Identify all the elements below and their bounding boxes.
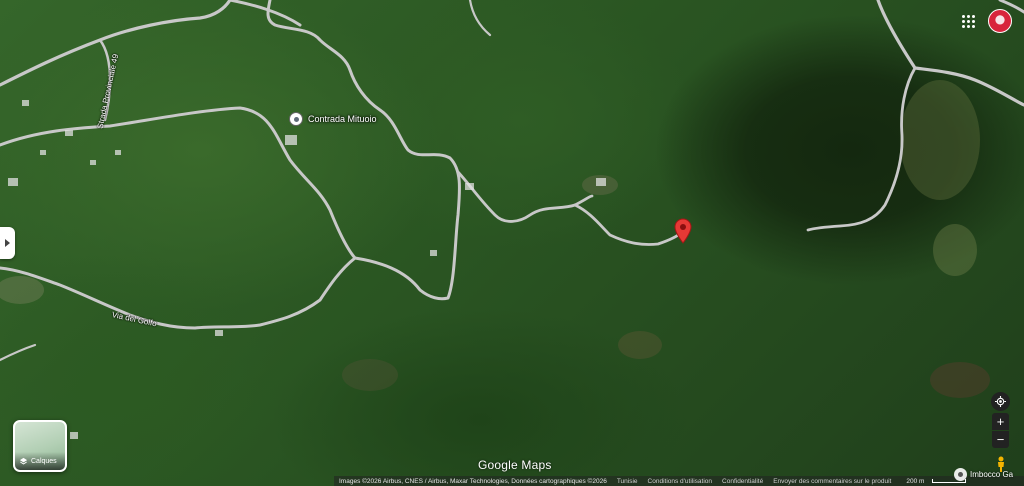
nearby-place[interactable]: Imbocco Ga [952, 466, 1017, 482]
road-network [0, 0, 1024, 439]
privacy-link[interactable]: Confidentialité [717, 478, 768, 485]
layers-icon [19, 457, 28, 464]
my-location-icon [995, 396, 1006, 407]
place-pin-icon [289, 112, 303, 126]
apps-button[interactable] [958, 11, 978, 31]
red-location-marker-icon[interactable] [674, 218, 692, 244]
expand-panel-icon [5, 239, 10, 247]
place-dot-icon [954, 467, 967, 481]
terms-link[interactable]: Conditions d'utilisation [643, 478, 717, 485]
account-avatar-icon[interactable] [988, 9, 1012, 33]
apps-grid-icon [958, 11, 978, 32]
map-footer: Images ©2026 Airbus, CNES / Airbus, Maxa… [334, 476, 1024, 486]
poi-label: Contrada Mituoio [308, 114, 377, 124]
buildings [8, 100, 606, 439]
zoom-out-button[interactable]: − [992, 431, 1009, 448]
google-maps-logo: Google Maps [478, 458, 552, 472]
scale-label: 200 m [906, 477, 925, 485]
feedback-link[interactable]: Envoyer des commentaires sur le produit [768, 478, 896, 485]
imagery-attribution: Images ©2026 Airbus, CNES / Airbus, Maxa… [339, 477, 607, 485]
satellite-map[interactable]: Contrada Mituoio Strada Provinciale 49 V… [0, 0, 1024, 486]
region-link[interactable]: Tunisie [612, 478, 643, 485]
layers-label: Calques [31, 457, 57, 465]
expand-panel-button[interactable] [0, 227, 15, 259]
poi-contrada-mituoio[interactable]: Contrada Mituoio [289, 111, 399, 129]
nearby-place-label: Imbocco Ga [970, 469, 1014, 479]
my-location-button[interactable] [991, 392, 1010, 411]
zoom-in-button[interactable]: + [992, 413, 1009, 430]
terrain-patches [0, 80, 990, 398]
layers-button[interactable]: Calques [13, 420, 67, 472]
